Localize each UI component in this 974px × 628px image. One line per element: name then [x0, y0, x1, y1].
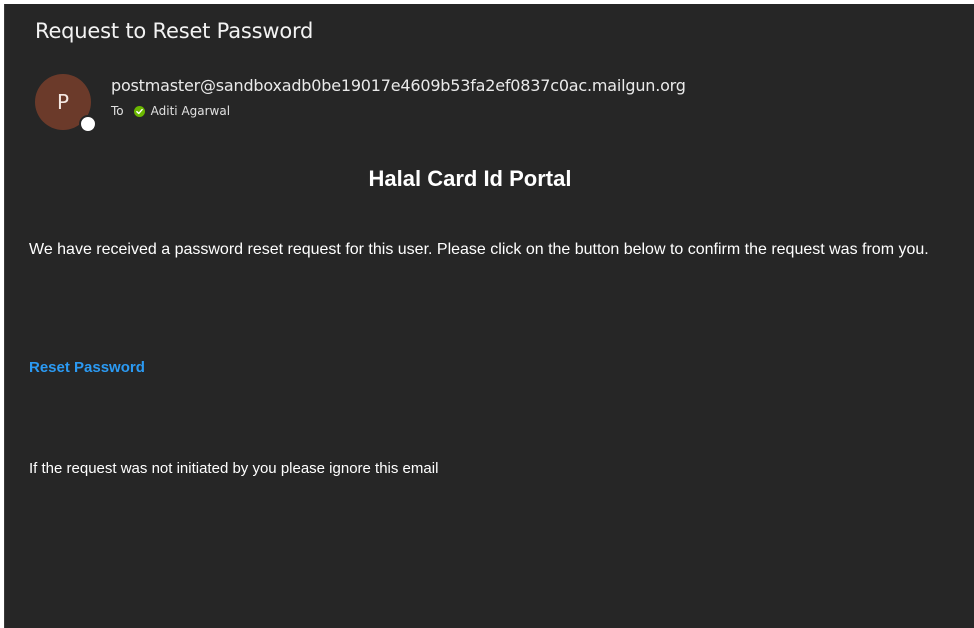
message-heading: Halal Card Id Portal: [368, 166, 572, 191]
recipient-prefix: To: [111, 104, 124, 118]
check-circle-icon: [133, 105, 145, 117]
message-paragraph: We have received a password reset reques…: [29, 241, 929, 258]
email-reading-pane: Request to Reset Password P postmaster@s…: [4, 4, 974, 628]
presence-dot-icon: [79, 115, 97, 133]
recipient-line: To Aditi Agarwal: [111, 104, 230, 118]
recipient-name[interactable]: Aditi Agarwal: [151, 104, 230, 118]
footer-note: If the request was not initiated by you …: [29, 460, 439, 477]
email-subject: Request to Reset Password: [35, 19, 314, 43]
sender-address[interactable]: postmaster@sandboxadb0be19017e4609b53fa2…: [111, 76, 686, 95]
avatar-initial: P: [56, 90, 70, 114]
reset-password-link[interactable]: Reset Password: [29, 359, 145, 376]
